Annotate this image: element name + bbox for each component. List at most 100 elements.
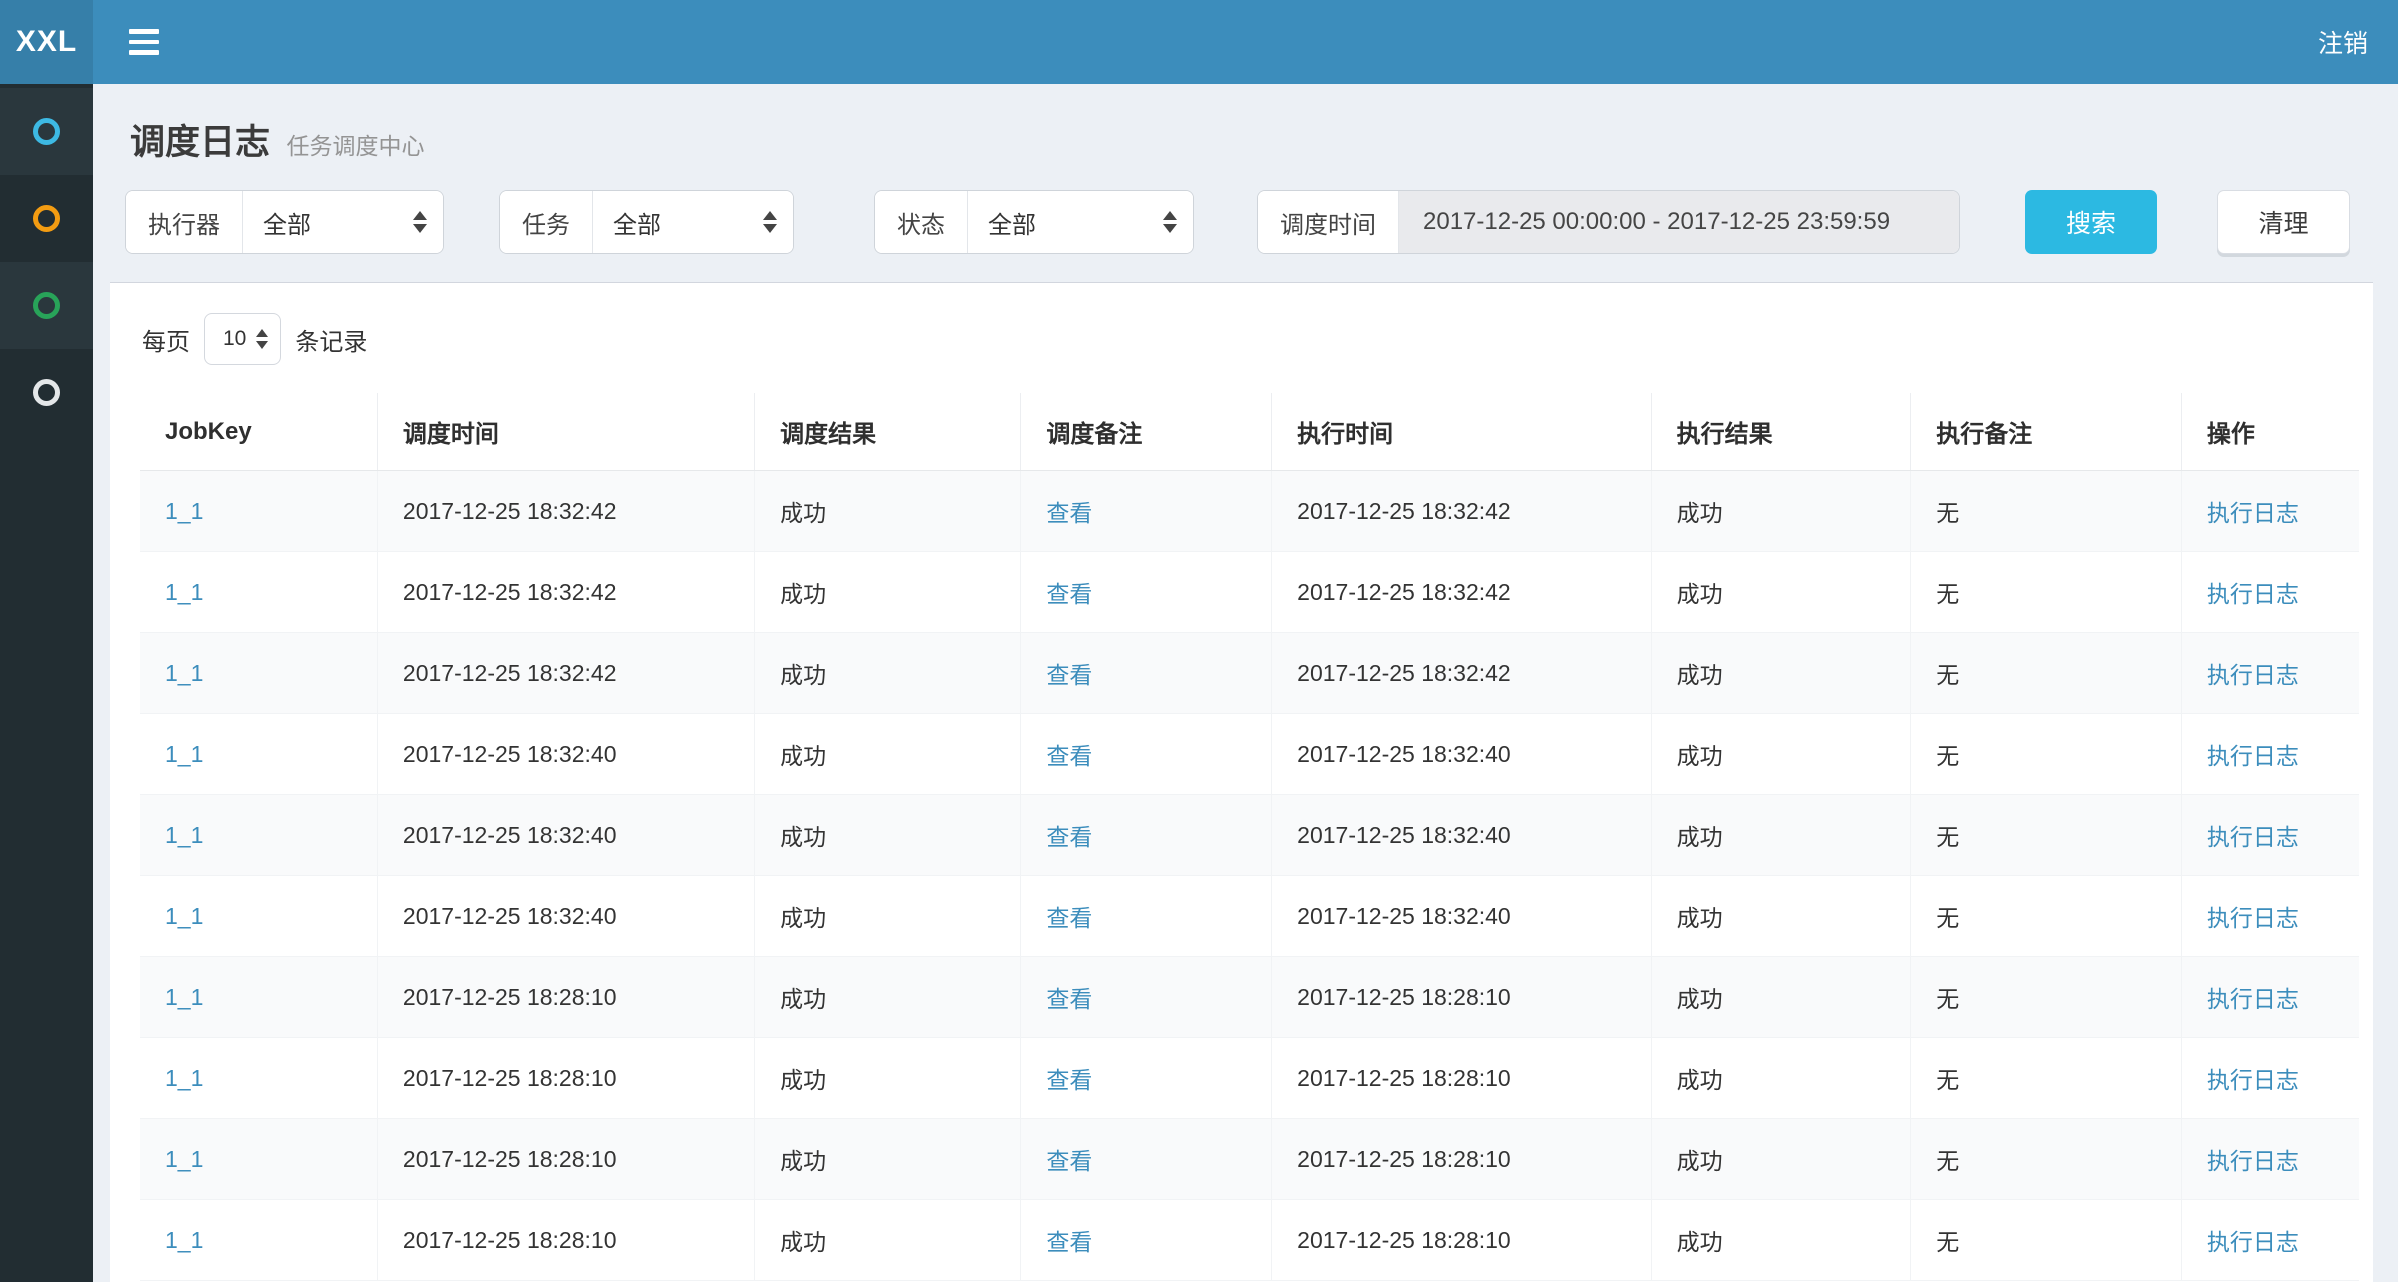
jobkey-link[interactable]: 1_1: [165, 1146, 203, 1172]
handle-result-cell: 成功: [1651, 471, 1911, 552]
execution-log-link[interactable]: 执行日志: [2207, 1148, 2299, 1174]
trigger-msg-link[interactable]: 查看: [1046, 1148, 1092, 1174]
execution-log-link[interactable]: 执行日志: [2207, 743, 2299, 769]
circle-icon: [33, 379, 60, 406]
executor-filter-group: 执行器 全部: [125, 190, 444, 254]
search-button[interactable]: 搜索: [2025, 190, 2157, 254]
circle-icon: [33, 205, 60, 232]
page-size-select[interactable]: 10: [204, 313, 281, 365]
jobkey-link[interactable]: 1_1: [165, 1065, 203, 1091]
handle-result-cell: 成功: [1651, 957, 1911, 1038]
jobkey-link[interactable]: 1_1: [165, 822, 203, 848]
content-panel: 每页 10 条记录 JobKey 调度时间 调度结果 调度备: [110, 282, 2373, 1282]
handle-msg-cell: 无: [1911, 633, 2182, 714]
table-header-row: JobKey 调度时间 调度结果 调度备注 执行时间 执行结果 执行备注 操作: [140, 393, 2359, 471]
trigger-msg-link[interactable]: 查看: [1046, 581, 1092, 607]
page-size-control: 每页 10 条记录: [142, 313, 2359, 365]
execution-log-link[interactable]: 执行日志: [2207, 500, 2299, 526]
jobkey-link[interactable]: 1_1: [165, 1227, 203, 1253]
trigger-time-cell: 2017-12-25 18:32:40: [377, 795, 754, 876]
select-arrows-icon: [763, 211, 777, 233]
handle-time-cell: 2017-12-25 18:32:42: [1272, 633, 1651, 714]
handle-time-cell: 2017-12-25 18:32:42: [1272, 471, 1651, 552]
job-filter-label: 任务: [500, 191, 593, 253]
status-select[interactable]: 全部: [968, 191, 1193, 253]
col-trigger-msg: 调度备注: [1021, 393, 1272, 471]
jobkey-link[interactable]: 1_1: [165, 498, 203, 524]
clean-button[interactable]: 清理: [2217, 190, 2350, 254]
jobkey-link[interactable]: 1_1: [165, 903, 203, 929]
table-row: 1_12017-12-25 18:32:42成功查看2017-12-25 18:…: [140, 633, 2359, 714]
jobkey-link[interactable]: 1_1: [165, 660, 203, 686]
execution-log-link[interactable]: 执行日志: [2207, 905, 2299, 931]
trigger-msg-link[interactable]: 查看: [1046, 743, 1092, 769]
handle-result-cell: 成功: [1651, 714, 1911, 795]
trigger-result-cell: 成功: [755, 1200, 1021, 1281]
trigger-time-range-input[interactable]: 2017-12-25 00:00:00 - 2017-12-25 23:59:5…: [1399, 191, 1959, 253]
trigger-msg-link[interactable]: 查看: [1046, 986, 1092, 1012]
trigger-msg-link[interactable]: 查看: [1046, 1229, 1092, 1255]
handle-result-cell: 成功: [1651, 1119, 1911, 1200]
trigger-msg-link[interactable]: 查看: [1046, 662, 1092, 688]
handle-msg-cell: 无: [1911, 1200, 2182, 1281]
select-arrows-icon: [413, 211, 427, 233]
sidebar-toggle-icon[interactable]: [123, 19, 165, 65]
handle-time-cell: 2017-12-25 18:32:40: [1272, 795, 1651, 876]
page-size-suffix-label: 条记录: [295, 322, 367, 357]
table-row: 1_12017-12-25 18:32:42成功查看2017-12-25 18:…: [140, 471, 2359, 552]
logout-link[interactable]: 注销: [2318, 24, 2368, 60]
col-handle-msg: 执行备注: [1911, 393, 2182, 471]
page-size-prefix-label: 每页: [142, 322, 190, 357]
trigger-msg-link[interactable]: 查看: [1046, 905, 1092, 931]
jobkey-link[interactable]: 1_1: [165, 984, 203, 1010]
page-subtitle: 任务调度中心: [286, 133, 424, 159]
executor-select[interactable]: 全部: [243, 191, 443, 253]
select-arrows-icon: [256, 329, 268, 349]
trigger-msg-link[interactable]: 查看: [1046, 1067, 1092, 1093]
trigger-time-cell: 2017-12-25 18:28:10: [377, 957, 754, 1038]
jobkey-link[interactable]: 1_1: [165, 741, 203, 767]
jobkey-link[interactable]: 1_1: [165, 579, 203, 605]
execution-log-link[interactable]: 执行日志: [2207, 824, 2299, 850]
trigger-time-cell: 2017-12-25 18:28:10: [377, 1038, 754, 1119]
trigger-result-cell: 成功: [755, 471, 1021, 552]
sidebar-item-1[interactable]: [0, 88, 93, 175]
dispatch-log-table: JobKey 调度时间 调度结果 调度备注 执行时间 执行结果 执行备注 操作 …: [140, 393, 2359, 1281]
trigger-time-cell: 2017-12-25 18:32:42: [377, 633, 754, 714]
status-filter-label: 状态: [875, 191, 968, 253]
handle-msg-cell: 无: [1911, 876, 2182, 957]
table-row: 1_12017-12-25 18:32:40成功查看2017-12-25 18:…: [140, 714, 2359, 795]
execution-log-link[interactable]: 执行日志: [2207, 1067, 2299, 1093]
sidebar-item-4[interactable]: [0, 349, 93, 436]
select-arrows-icon: [1163, 211, 1177, 233]
trigger-result-cell: 成功: [755, 957, 1021, 1038]
handle-time-cell: 2017-12-25 18:32:42: [1272, 552, 1651, 633]
trigger-result-cell: 成功: [755, 1038, 1021, 1119]
trigger-result-cell: 成功: [755, 1119, 1021, 1200]
trigger-time-cell: 2017-12-25 18:28:10: [377, 1200, 754, 1281]
table-row: 1_12017-12-25 18:28:10成功查看2017-12-25 18:…: [140, 1038, 2359, 1119]
table-row: 1_12017-12-25 18:28:10成功查看2017-12-25 18:…: [140, 1200, 2359, 1281]
content-header: 调度日志 任务调度中心: [93, 84, 2398, 183]
page-title: 调度日志: [130, 123, 270, 162]
navbar: 注销: [93, 0, 2398, 84]
trigger-result-cell: 成功: [755, 714, 1021, 795]
main-content: 调度日志 任务调度中心 执行器 全部 任务 全部 状态: [93, 84, 2398, 1282]
handle-result-cell: 成功: [1651, 876, 1911, 957]
trigger-time-filter-label: 调度时间: [1258, 191, 1399, 253]
app-logo[interactable]: XXL: [0, 0, 93, 84]
trigger-msg-link[interactable]: 查看: [1046, 500, 1092, 526]
trigger-msg-link[interactable]: 查看: [1046, 824, 1092, 850]
execution-log-link[interactable]: 执行日志: [2207, 662, 2299, 688]
sidebar-item-2[interactable]: [0, 175, 93, 262]
execution-log-link[interactable]: 执行日志: [2207, 1229, 2299, 1255]
table-row: 1_12017-12-25 18:32:40成功查看2017-12-25 18:…: [140, 795, 2359, 876]
execution-log-link[interactable]: 执行日志: [2207, 581, 2299, 607]
handle-time-cell: 2017-12-25 18:28:10: [1272, 1200, 1651, 1281]
job-select[interactable]: 全部: [593, 191, 793, 253]
sidebar-item-3[interactable]: [0, 262, 93, 349]
execution-log-link[interactable]: 执行日志: [2207, 986, 2299, 1012]
trigger-time-cell: 2017-12-25 18:32:40: [377, 714, 754, 795]
col-trigger-time: 调度时间: [377, 393, 754, 471]
col-handle-result: 执行结果: [1651, 393, 1911, 471]
